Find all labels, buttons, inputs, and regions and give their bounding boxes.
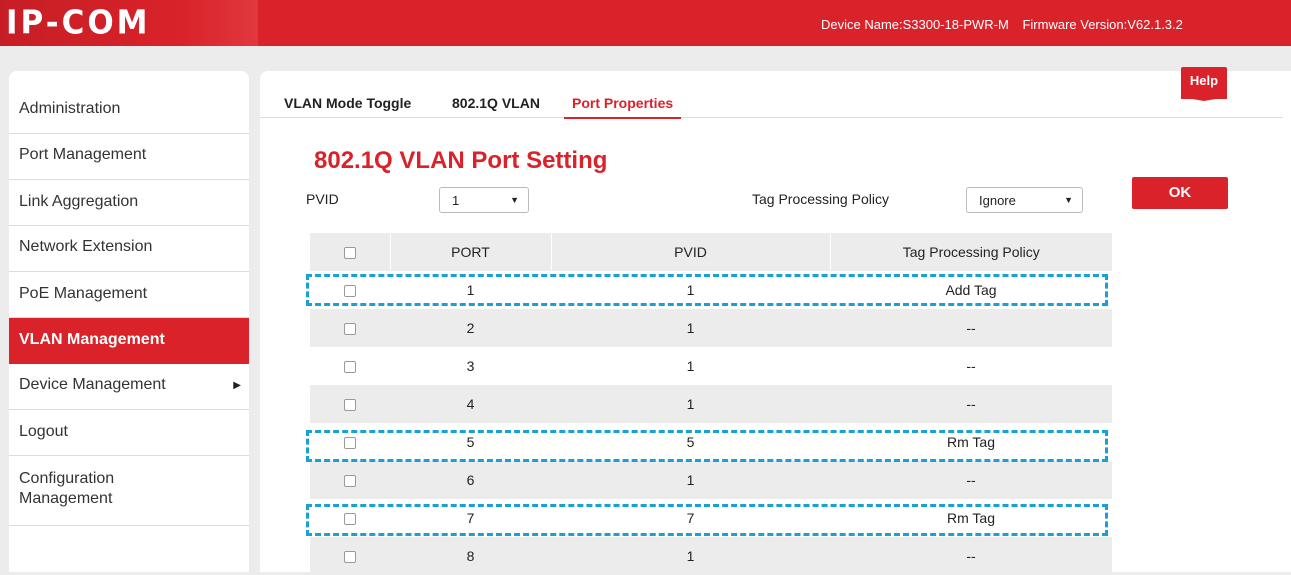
table-header-row: PORT PVID Tag Processing Policy <box>310 233 1112 271</box>
highlight-row-1 <box>306 274 1108 306</box>
pvid-select-value: 1 <box>452 193 460 208</box>
top-header: IP-COM Device Name:S3300-18-PWR-M Firmwa… <box>0 0 1291 46</box>
ok-button[interactable]: OK <box>1132 177 1228 209</box>
sidebar-item-label: Configuration Management <box>19 470 115 507</box>
sidebar-item-label: Device Management <box>19 376 166 393</box>
sidebar-item-network-extension[interactable]: Network Extension <box>9 226 249 272</box>
port-cell: 4 <box>390 385 551 423</box>
highlight-row-5 <box>306 430 1108 462</box>
row-checkbox[interactable] <box>344 475 356 488</box>
device-name: Device Name:S3300-18-PWR-M <box>821 17 1009 32</box>
highlight-row-7 <box>306 504 1108 536</box>
sidebar-item-label: VLAN Management <box>19 331 165 348</box>
row-checkbox[interactable] <box>344 551 356 564</box>
tab-bar: VLAN Mode Toggle 802.1Q VLAN Port Proper… <box>260 71 1283 119</box>
main-panel: VLAN Mode Toggle 802.1Q VLAN Port Proper… <box>260 67 1291 575</box>
pvid-select[interactable]: 1 ▼ <box>439 187 529 213</box>
pvid-label: PVID <box>306 191 339 207</box>
firmware-version: Firmware Version:V62.1.3.2 <box>1022 17 1183 32</box>
column-header-port: PORT <box>389 233 551 271</box>
tab-port-properties[interactable]: Port Properties <box>564 95 682 119</box>
row-checkbox[interactable] <box>344 399 356 412</box>
sidebar-item-label: PoE Management <box>19 285 148 302</box>
sidebar-item-device-management[interactable]: Device Management ▶ <box>9 364 249 410</box>
tag-policy-select-value: Ignore <box>979 193 1016 208</box>
sidebar-item-logout[interactable]: Logout <box>9 410 249 456</box>
policy-cell: -- <box>830 537 1112 575</box>
page-title: 802.1Q VLAN Port Setting <box>314 147 608 174</box>
help-ribbon-notch <box>1181 97 1227 101</box>
sidebar-menu: Administration Port Management Link Aggr… <box>9 71 249 572</box>
table-row[interactable]: 3 1 -- <box>310 347 1112 385</box>
pvid-cell: 1 <box>551 385 830 423</box>
policy-cell: -- <box>830 347 1112 385</box>
pvid-cell: 1 <box>551 537 830 575</box>
port-cell: 3 <box>390 347 551 385</box>
pvid-cell: 1 <box>551 461 830 499</box>
device-info: Device Name:S3300-18-PWR-M Firmware Vers… <box>821 17 1291 32</box>
select-all-checkbox[interactable] <box>343 247 356 260</box>
help-button[interactable]: Help <box>1181 67 1227 99</box>
row-checkbox[interactable] <box>344 323 356 336</box>
sidebar-item-poe-management[interactable]: PoE Management <box>9 272 249 318</box>
port-cell: 6 <box>390 461 551 499</box>
sidebar-item-label: Logout <box>19 423 68 440</box>
sidebar-item-label: Network Extension <box>19 238 153 255</box>
row-checkbox[interactable] <box>344 361 356 374</box>
tag-policy-select[interactable]: Ignore ▼ <box>966 187 1083 213</box>
policy-cell: -- <box>830 309 1112 347</box>
tab-vlan-mode-toggle[interactable]: VLAN Mode Toggle <box>284 95 411 117</box>
table-row[interactable]: 4 1 -- <box>310 385 1112 423</box>
policy-cell: -- <box>830 385 1112 423</box>
table-row[interactable]: 2 1 -- <box>310 309 1112 347</box>
sidebar-item-configuration-management[interactable]: Configuration Management <box>9 456 249 526</box>
sidebar-item-label: Port Management <box>19 146 147 163</box>
port-cell: 8 <box>390 537 551 575</box>
select-all-cell <box>310 233 390 271</box>
pvid-cell: 1 <box>551 309 830 347</box>
column-header-pvid: PVID <box>550 233 830 271</box>
submenu-arrow-icon: ▶ <box>233 380 241 391</box>
table-row[interactable]: 6 1 -- <box>310 461 1112 499</box>
sidebar-item-vlan-management[interactable]: VLAN Management <box>9 318 249 364</box>
sidebar-item-administration[interactable]: Administration <box>9 89 249 134</box>
column-header-tag-policy: Tag Processing Policy <box>829 233 1112 271</box>
sidebar-item-port-management[interactable]: Port Management <box>9 134 249 180</box>
tab-802-1q-vlan[interactable]: 802.1Q VLAN <box>452 95 540 117</box>
tag-policy-label: Tag Processing Policy <box>752 191 889 207</box>
chevron-down-icon: ▼ <box>510 195 519 205</box>
policy-cell: -- <box>830 461 1112 499</box>
port-cell: 2 <box>390 309 551 347</box>
table-row[interactable]: 8 1 -- <box>310 537 1112 575</box>
logo-area: IP-COM <box>0 0 258 46</box>
pvid-cell: 1 <box>551 347 830 385</box>
ip-com-logo: IP-COM <box>6 4 151 42</box>
sidebar-item-link-aggregation[interactable]: Link Aggregation <box>9 180 249 226</box>
chevron-down-icon: ▼ <box>1064 195 1073 205</box>
sidebar-item-label: Link Aggregation <box>19 193 139 210</box>
sidebar-item-label: Administration <box>19 100 121 117</box>
